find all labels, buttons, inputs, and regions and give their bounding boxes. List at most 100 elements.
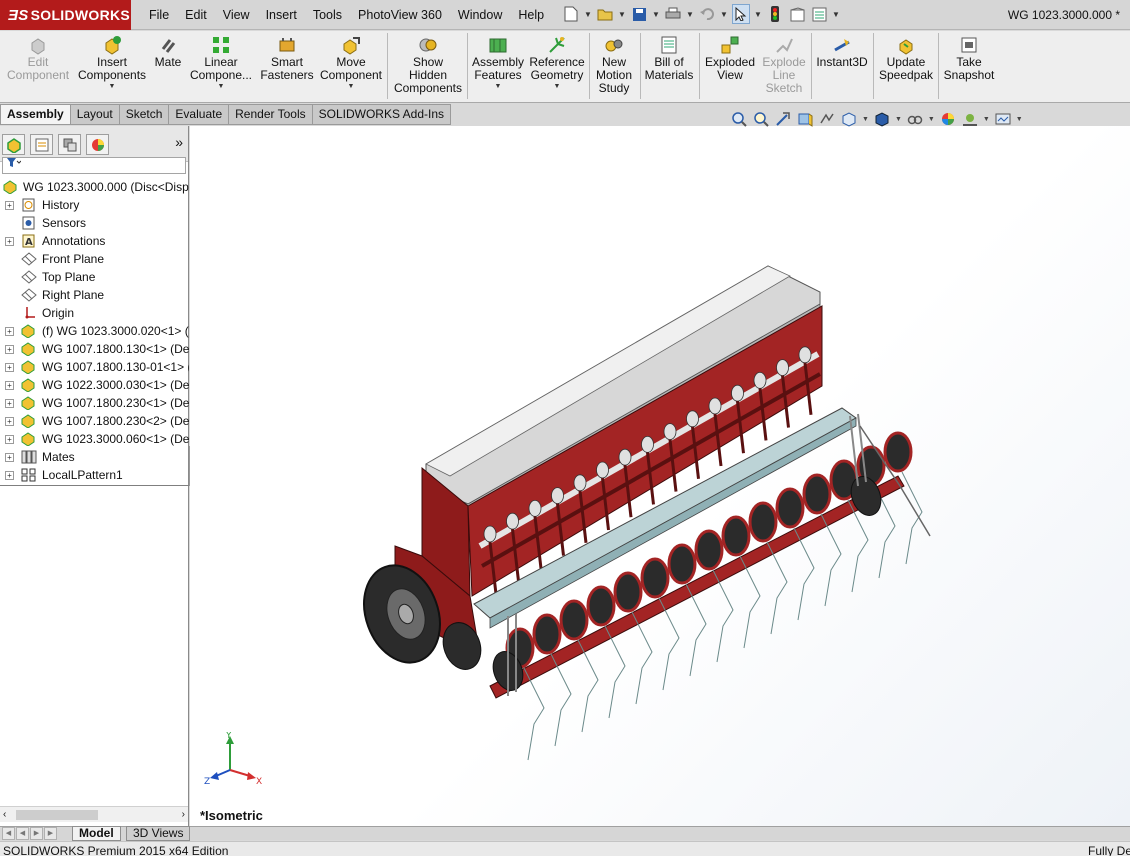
- options-icon[interactable]: [810, 4, 828, 24]
- update-speedpak-button[interactable]: Update Speedpak: [876, 35, 936, 82]
- apply-scene-dropdown-icon[interactable]: ▼: [983, 116, 990, 123]
- hide-show-items-icon[interactable]: [906, 110, 924, 128]
- view-orientation-icon[interactable]: [840, 110, 858, 128]
- expand-toggle-icon[interactable]: +: [5, 417, 14, 426]
- menu-view[interactable]: View: [215, 0, 258, 30]
- tree-item-wg-1007-1800-230-1-defa[interactable]: + WG 1007.1800.230<1> (Defa: [0, 394, 189, 412]
- previous-view-icon[interactable]: [774, 110, 792, 128]
- save-dropdown-icon[interactable]: ▼: [652, 10, 660, 19]
- display-manager-tab-icon[interactable]: [86, 134, 109, 155]
- tab-assembly[interactable]: Assembly: [0, 104, 71, 125]
- view-settings-icon[interactable]: [994, 110, 1012, 128]
- apply-scene-icon[interactable]: [961, 110, 979, 128]
- expand-toggle-icon[interactable]: +: [5, 453, 14, 462]
- view-settings-dropdown-icon[interactable]: ▼: [1016, 116, 1023, 123]
- instant3d-button[interactable]: Instant3D: [814, 35, 870, 69]
- insert-components-dropdown-icon[interactable]: ▼: [109, 82, 116, 91]
- expand-toggle-icon[interactable]: +: [5, 237, 14, 246]
- tab-solidworks-add-ins[interactable]: SOLIDWORKS Add-Ins: [312, 104, 451, 125]
- tree-item-origin[interactable]: Origin: [0, 304, 189, 322]
- tree-item-wg-1022-3000-030-1-defa[interactable]: + WG 1022.3000.030<1> (Defa: [0, 376, 189, 394]
- move-component-button[interactable]: Move Component ▼: [318, 35, 384, 91]
- tree-item-history[interactable]: + History: [0, 196, 189, 214]
- select-dropdown-icon[interactable]: ▼: [754, 10, 762, 19]
- open-folder-icon[interactable]: [596, 4, 614, 24]
- tree-item-wg-1007-1800-130-1-defa[interactable]: + WG 1007.1800.130<1> (Defa: [0, 340, 189, 358]
- tree-item-wg-1007-1800-130-01-1-d[interactable]: + WG 1007.1800.130-01<1> (D: [0, 358, 189, 376]
- tab-layout[interactable]: Layout: [70, 104, 120, 125]
- scroll-left-icon[interactable]: ‹: [3, 807, 6, 823]
- assembly-features-button[interactable]: Assembly Features ▼: [470, 35, 526, 91]
- menu-edit[interactable]: Edit: [177, 0, 215, 30]
- configuration-manager-tab-icon[interactable]: [58, 134, 81, 155]
- property-manager-tab-icon[interactable]: [30, 134, 53, 155]
- view-orientation-dropdown-icon[interactable]: ▼: [862, 116, 869, 123]
- rebuild-icon[interactable]: [766, 4, 784, 24]
- new-document-icon[interactable]: [562, 4, 580, 24]
- smart-fasteners-button[interactable]: Smart Fasteners: [258, 35, 316, 82]
- bill-of-materials-button[interactable]: Bill of Materials: [643, 35, 695, 82]
- explode-line-sketch-button[interactable]: Explode Line Sketch: [760, 35, 808, 95]
- edit-appearance-icon[interactable]: [939, 110, 957, 128]
- expand-toggle-icon[interactable]: +: [5, 201, 14, 210]
- tree-item-top-plane[interactable]: Top Plane: [0, 268, 189, 286]
- reference-geometry-dropdown-icon[interactable]: ▼: [554, 82, 561, 91]
- first-tab-icon[interactable]: ◀: [2, 827, 15, 840]
- tree-item-sensors[interactable]: Sensors: [0, 214, 189, 232]
- expand-toggle-icon[interactable]: +: [5, 381, 14, 390]
- expand-toggle-icon[interactable]: +: [5, 345, 14, 354]
- scroll-right-icon[interactable]: ›: [182, 807, 185, 823]
- exploded-view-button[interactable]: Exploded View: [702, 35, 758, 82]
- linear-pattern-dropdown-icon[interactable]: ▼: [218, 82, 225, 91]
- solidworks-logo[interactable]: ƎS SOLIDWORKS: [0, 0, 131, 30]
- new-motion-study-button[interactable]: New Motion Study: [592, 35, 636, 95]
- tree-item-front-plane[interactable]: Front Plane: [0, 250, 189, 268]
- feature-manager-tab-icon[interactable]: [2, 134, 25, 155]
- scroll-thumb[interactable]: [16, 810, 98, 820]
- menu-insert[interactable]: Insert: [258, 0, 305, 30]
- tree-filter-input[interactable]: [2, 157, 186, 174]
- file-properties-icon[interactable]: [788, 4, 806, 24]
- move-component-dropdown-icon[interactable]: ▼: [348, 82, 355, 91]
- menu-help[interactable]: Help: [510, 0, 552, 30]
- tree-root-assembly[interactable]: WG 1023.3000.000 (Disc<Displa: [0, 178, 189, 196]
- seed-drill-model[interactable]: [190, 126, 1130, 826]
- zoom-to-area-icon[interactable]: [752, 110, 770, 128]
- expand-pane-icon[interactable]: »: [175, 134, 183, 150]
- section-view-icon[interactable]: [796, 110, 814, 128]
- menu-window[interactable]: Window: [450, 0, 510, 30]
- open-dropdown-icon[interactable]: ▼: [618, 10, 626, 19]
- tree-item-wg-1023-3000-060-1-defa[interactable]: + WG 1023.3000.060<1> (Defa: [0, 430, 189, 448]
- tree-item-annotations[interactable]: + A Annotations: [0, 232, 189, 250]
- options-dropdown-icon[interactable]: ▼: [832, 10, 840, 19]
- reference-geometry-button[interactable]: Reference Geometry ▼: [528, 35, 586, 91]
- print-dropdown-icon[interactable]: ▼: [686, 10, 694, 19]
- assembly-features-dropdown-icon[interactable]: ▼: [495, 82, 502, 91]
- pane-horizontal-scrollbar[interactable]: ‹ ›: [0, 806, 188, 822]
- undo-dropdown-icon[interactable]: ▼: [720, 10, 728, 19]
- tree-item-locallpattern1[interactable]: + LocalLPattern1: [0, 466, 189, 484]
- select-pointer-icon[interactable]: [732, 4, 750, 24]
- next-tab-icon[interactable]: ▶: [30, 827, 43, 840]
- display-style-icon[interactable]: [873, 110, 891, 128]
- expand-toggle-icon[interactable]: +: [5, 363, 14, 372]
- take-snapshot-button[interactable]: Take Snapshot: [941, 35, 997, 82]
- tab-3d-views[interactable]: 3D Views: [126, 826, 191, 841]
- show-hidden-components-button[interactable]: Show Hidden Components: [392, 35, 464, 95]
- expand-toggle-icon[interactable]: +: [5, 327, 14, 336]
- mate-button[interactable]: Mate: [152, 35, 184, 69]
- dynamic-annotation-icon[interactable]: [818, 110, 836, 128]
- tab-sketch[interactable]: Sketch: [119, 104, 170, 125]
- hide-show-dropdown-icon[interactable]: ▼: [928, 116, 935, 123]
- expand-toggle-icon[interactable]: +: [5, 471, 14, 480]
- expand-toggle-icon[interactable]: +: [5, 399, 14, 408]
- tree-item-right-plane[interactable]: Right Plane: [0, 286, 189, 304]
- tab-model[interactable]: Model: [72, 826, 121, 841]
- menu-file[interactable]: File: [141, 0, 177, 30]
- save-icon[interactable]: [630, 4, 648, 24]
- tab-render-tools[interactable]: Render Tools: [229, 104, 313, 125]
- graphics-area[interactable]: Y X Z *Isometric: [190, 126, 1130, 826]
- tree-item-wg-1007-1800-230-2-defa[interactable]: + WG 1007.1800.230<2> (Defa: [0, 412, 189, 430]
- zoom-to-fit-icon[interactable]: [730, 110, 748, 128]
- last-tab-icon[interactable]: ▶: [44, 827, 57, 840]
